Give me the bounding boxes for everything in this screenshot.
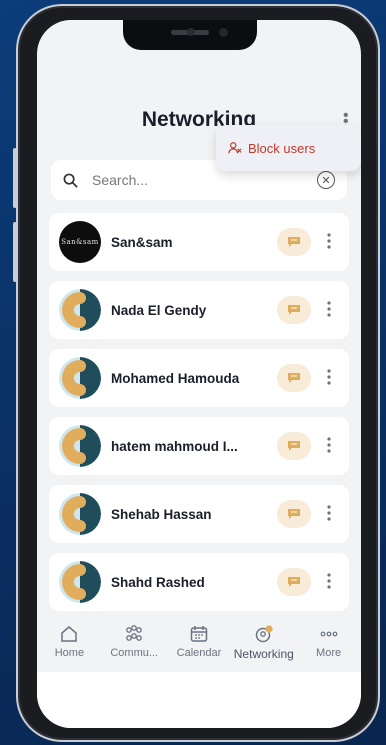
tab-home[interactable]: Home — [38, 624, 100, 659]
tab-calendar[interactable]: Calendar — [168, 624, 230, 659]
networking-icon — [255, 625, 273, 643]
default-avatar-icon — [59, 425, 101, 467]
contact-name: Nada El Gendy — [111, 302, 207, 318]
phone-notch — [123, 20, 257, 50]
app-screen: Networking ••• Block users ✕ San&samSan&… — [37, 20, 361, 728]
sensor-dot — [187, 28, 195, 36]
contact-row[interactable]: Mohamed Hamouda — [49, 349, 349, 407]
search-icon — [63, 173, 78, 187]
default-avatar-icon — [59, 357, 101, 399]
block-user-icon — [228, 142, 242, 154]
tab-label: Home — [54, 647, 85, 659]
contact-name: Shehab Hassan — [111, 506, 212, 522]
chat-bubble-icon — [288, 441, 300, 451]
tab-label: Commu... — [110, 647, 159, 659]
block-users-label: Block users — [248, 140, 316, 156]
community-icon — [126, 625, 143, 641]
chat-bubble-icon — [288, 237, 300, 247]
default-avatar-icon — [59, 493, 101, 535]
message-button[interactable] — [277, 500, 311, 528]
tab-networking[interactable]: Networking — [233, 624, 295, 661]
block-users-menu-item[interactable]: Block users — [216, 125, 361, 171]
contact-name: San&sam — [111, 234, 173, 250]
row-more-icon[interactable] — [319, 368, 339, 388]
contact-row[interactable]: Shehab Hassan — [49, 485, 349, 543]
front-camera — [219, 28, 228, 37]
contact-name: Shahd Rashed — [111, 574, 205, 590]
phone-side-button — [13, 148, 17, 208]
default-avatar-icon — [59, 289, 101, 331]
chat-bubble-icon — [288, 509, 300, 519]
tab-more[interactable]: More — [298, 624, 360, 659]
company-logo-avatar: San&sam — [59, 221, 101, 263]
home-indicator-area — [37, 672, 361, 728]
search-input[interactable] — [90, 171, 317, 189]
contact-list: San&sam San&sam Nada El Gendy Mohamed Hamou… — [49, 213, 349, 621]
chat-bubble-icon — [288, 373, 300, 383]
home-icon — [61, 626, 78, 642]
message-button[interactable] — [277, 568, 311, 596]
tab-community[interactable]: Commu... — [103, 624, 165, 659]
row-more-icon[interactable] — [319, 300, 339, 320]
message-button[interactable] — [277, 364, 311, 392]
contact-row[interactable]: Shahd Rashed — [49, 553, 349, 611]
contact-row[interactable]: hatem mahmoud I... — [49, 417, 349, 475]
default-avatar-icon — [59, 561, 101, 603]
contact-row[interactable]: San&sam San&sam — [49, 213, 349, 271]
tab-label: Networking — [233, 647, 294, 661]
message-button[interactable] — [277, 296, 311, 324]
chat-bubble-icon — [288, 305, 300, 315]
row-more-icon[interactable] — [319, 232, 339, 252]
calendar-icon — [190, 626, 208, 642]
more-icon — [320, 631, 337, 637]
chat-bubble-icon — [288, 577, 300, 587]
message-button[interactable] — [277, 432, 311, 460]
contact-row[interactable]: Nada El Gendy — [49, 281, 349, 339]
tab-label: Calendar — [176, 647, 222, 659]
message-button[interactable] — [277, 228, 311, 256]
phone-side-button — [13, 222, 17, 282]
clear-search-icon[interactable]: ✕ — [317, 171, 335, 189]
row-more-icon[interactable] — [319, 504, 339, 524]
row-more-icon[interactable] — [319, 572, 339, 592]
contact-name: hatem mahmoud I... — [111, 438, 238, 454]
tab-label: More — [316, 647, 342, 659]
contact-name: Mohamed Hamouda — [111, 370, 240, 386]
row-more-icon[interactable] — [319, 436, 339, 456]
bottom-tab-bar: Home Commu... Calendar Networking More — [37, 618, 361, 672]
